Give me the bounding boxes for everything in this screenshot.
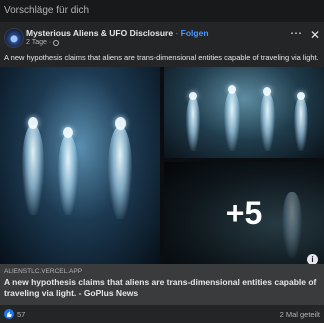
media-image-2[interactable] <box>164 67 324 158</box>
link-preview[interactable]: ALIENSTLC.VERCEL.APP A new hypothesis cl… <box>0 264 324 305</box>
glowing-figure <box>108 127 132 219</box>
post-timestamp[interactable]: 2 Tage <box>26 39 47 46</box>
globe-icon <box>53 39 60 46</box>
link-domain: ALIENSTLC.VERCEL.APP <box>4 268 83 275</box>
post-meta: 2 Tage · <box>26 39 60 46</box>
glowing-figure-head <box>28 117 38 129</box>
glowing-figure-head <box>115 117 126 130</box>
thumbs-up-icon <box>7 311 12 317</box>
glowing-figure-head <box>263 87 271 96</box>
post-card: Mysterious Aliens & UFO Disclosure · Fol… <box>0 22 324 323</box>
glowing-figure-head <box>63 127 73 138</box>
glowing-figure-head <box>228 85 236 94</box>
post-header: Mysterious Aliens & UFO Disclosure · Fol… <box>0 22 324 50</box>
glowing-figure-head <box>189 92 197 100</box>
post-media-grid: +5 i <box>0 67 324 265</box>
post-text: A new hypothesis claims that aliens are … <box>4 53 319 62</box>
link-title: A new hypothesis claims that aliens are … <box>4 277 317 298</box>
name-separator: · <box>175 28 179 38</box>
page-name-line: Mysterious Aliens & UFO Disclosure · Fol… <box>26 28 209 38</box>
glowing-figure <box>294 97 308 151</box>
glowing-figure <box>260 93 275 151</box>
glowing-figure <box>22 125 44 215</box>
page-name-link[interactable]: Mysterious Aliens & UFO Disclosure <box>26 28 173 38</box>
follow-button[interactable]: Folgen <box>181 28 209 38</box>
reaction-bar: 57 2 Mal geteilt <box>0 305 324 323</box>
page-avatar[interactable] <box>4 28 24 48</box>
media-image-3[interactable]: +5 <box>164 162 324 264</box>
media-image-1[interactable] <box>0 67 160 264</box>
more-options-icon[interactable]: ⋯ <box>289 27 303 40</box>
more-media-count[interactable]: +5 <box>164 162 324 264</box>
meta-separator: · <box>48 39 52 46</box>
glowing-figure-head <box>297 92 305 100</box>
glowing-figure <box>224 91 240 151</box>
glowing-figure <box>186 97 200 151</box>
like-icon[interactable] <box>4 309 14 319</box>
reaction-count[interactable]: 57 <box>17 310 25 319</box>
suggestions-header: Vorschläge für dich <box>4 5 90 16</box>
close-icon[interactable]: ✕ <box>309 29 321 41</box>
glowing-figure <box>58 135 78 215</box>
share-count[interactable]: 2 Mal geteilt <box>280 310 320 319</box>
